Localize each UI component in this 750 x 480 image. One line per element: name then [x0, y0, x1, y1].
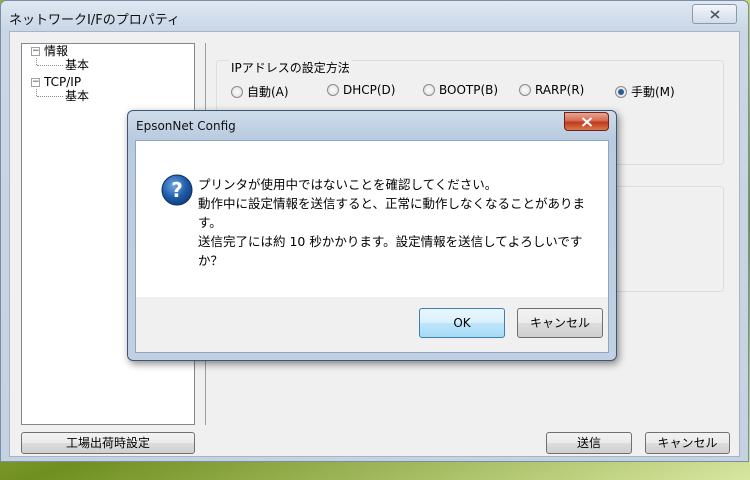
dialog-client-area: ? プリンタが使用中ではないことを確認してください。 動作中に設定情報を送信する…: [135, 140, 609, 353]
dialog-message-area: ? プリンタが使用中ではないことを確認してください。 動作中に設定情報を送信する…: [136, 141, 608, 297]
confirm-dialog: EpsonNet Config ? プリンタが使用中ではないことを確認してくださ…: [127, 110, 617, 361]
dialog-cancel-button[interactable]: キャンセル: [517, 308, 603, 338]
radio-button-icon: [423, 84, 435, 96]
close-icon: [581, 117, 593, 127]
message-line: 送信完了には約 10 秒かかります。設定情報を送信してよろしいです: [198, 234, 583, 249]
radio-auto[interactable]: 自動(A): [231, 83, 289, 99]
radio-manual[interactable]: 手動(M): [615, 83, 675, 99]
radio-label: DHCP(D): [343, 83, 396, 97]
dialog-message: プリンタが使用中ではないことを確認してください。 動作中に設定情報を送信すると、…: [198, 175, 593, 270]
title-bar[interactable]: ネットワークI/Fのプロパティ: [1, 1, 748, 33]
dialog-title: EpsonNet Config: [136, 119, 236, 133]
message-line: か？: [198, 253, 224, 268]
tree-item-label: 基本: [65, 89, 90, 103]
tree-item-tcpip[interactable]: TCP/IP: [44, 75, 81, 90]
tree-item-label: 情報: [44, 44, 69, 58]
tree-item-info-basic[interactable]: 基本: [65, 58, 89, 73]
tree-item-tcpip-basic[interactable]: 基本: [65, 89, 89, 104]
ok-button[interactable]: OK: [419, 308, 505, 338]
radio-label: RARP(R): [535, 83, 585, 97]
main-cancel-button[interactable]: キャンセル: [645, 432, 730, 454]
window-close-button[interactable]: [692, 4, 737, 24]
message-line: す。: [198, 215, 222, 230]
ip-method-group-title: IPアドレスの設定方法: [229, 59, 352, 76]
radio-label: BOOTP(B): [439, 83, 499, 97]
collapse-icon[interactable]: −: [31, 78, 40, 87]
collapse-icon[interactable]: −: [31, 47, 40, 56]
radio-bootp[interactable]: BOOTP(B): [423, 83, 498, 99]
radio-dhcp[interactable]: DHCP(D): [327, 83, 395, 99]
close-icon: [710, 10, 720, 19]
dialog-close-button[interactable]: [564, 112, 609, 131]
radio-label: 自動(A): [247, 85, 289, 99]
question-icon: ?: [161, 174, 193, 206]
message-line: プリンタが使用中ではないことを確認してください。: [198, 177, 498, 192]
radio-button-icon: [519, 84, 531, 96]
radio-button-selected-icon: [615, 86, 627, 98]
svg-text:?: ?: [171, 178, 183, 202]
radio-button-icon: [327, 84, 339, 96]
window-title: ネットワークI/Fのプロパティ: [9, 13, 180, 28]
tree-item-label: TCP/IP: [44, 75, 82, 89]
radio-label: 手動(M): [631, 85, 675, 99]
message-line: 動作中に設定情報を送信すると、正常に動作しなくなることがありま: [198, 196, 586, 211]
send-button[interactable]: 送信: [546, 432, 632, 454]
tree-item-label: 基本: [65, 58, 90, 72]
radio-button-icon: [231, 86, 243, 98]
radio-rarp[interactable]: RARP(R): [519, 83, 584, 99]
factory-reset-button[interactable]: 工場出荷時設定: [21, 432, 195, 454]
tree-item-info[interactable]: 情報: [44, 44, 68, 59]
